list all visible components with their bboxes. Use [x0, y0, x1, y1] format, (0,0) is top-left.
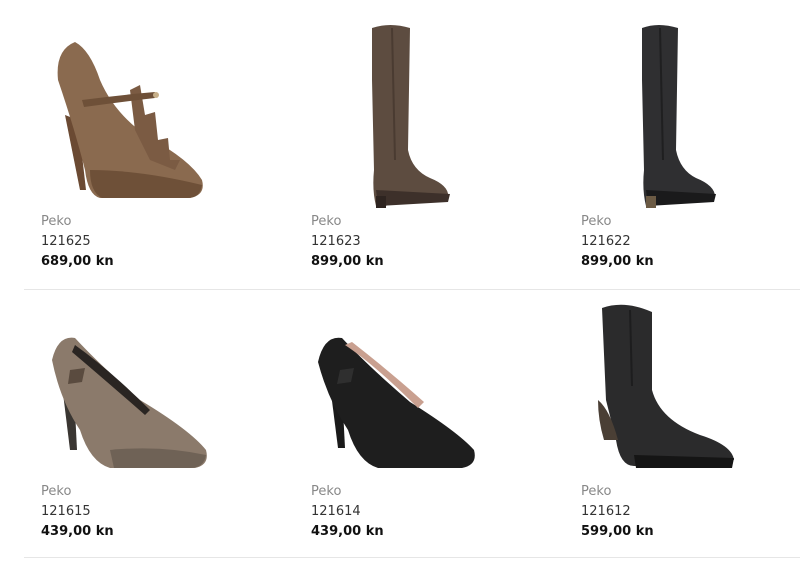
product-row: Peko 121625 689,00 kn Peko 121623 899,00… [0, 20, 800, 290]
black-ankle-boot-image[interactable] [570, 290, 770, 480]
black-knee-high-boot-image[interactable] [570, 20, 770, 210]
product-card[interactable]: Peko 121615 439,00 kn [30, 290, 270, 550]
product-brand: Peko [581, 214, 612, 229]
product-sku: 121623 [311, 234, 361, 249]
product-brand: Peko [41, 484, 72, 499]
product-brand: Peko [41, 214, 72, 229]
brown-suede-ruffle-pump-image[interactable] [30, 20, 230, 210]
product-price: 599,00 kn [581, 524, 654, 539]
brown-knee-high-boot-image[interactable] [300, 20, 500, 210]
product-price: 439,00 kn [311, 524, 384, 539]
product-card[interactable]: Peko 121612 599,00 kn [570, 290, 800, 550]
product-price: 439,00 kn [41, 524, 114, 539]
product-price: 899,00 kn [581, 254, 654, 269]
product-brand: Peko [581, 484, 612, 499]
product-sku: 121614 [311, 504, 361, 519]
product-price: 689,00 kn [41, 254, 114, 269]
black-leather-pump-image[interactable] [300, 290, 500, 480]
product-sku: 121615 [41, 504, 91, 519]
product-brand: Peko [311, 484, 342, 499]
product-sku: 121622 [581, 234, 631, 249]
row-divider [24, 557, 800, 558]
product-row: Peko 121615 439,00 kn Peko 121614 439,00… [0, 290, 800, 560]
product-price: 899,00 kn [311, 254, 384, 269]
product-card[interactable]: Peko 121614 439,00 kn [300, 290, 540, 550]
product-card[interactable]: Peko 121623 899,00 kn [300, 20, 540, 280]
product-card[interactable]: Peko 121622 899,00 kn [570, 20, 800, 280]
product-sku: 121612 [581, 504, 631, 519]
product-grid: Peko 121625 689,00 kn Peko 121623 899,00… [0, 0, 800, 565]
taupe-patent-pump-image[interactable] [30, 290, 230, 480]
product-sku: 121625 [41, 234, 91, 249]
product-card[interactable]: Peko 121625 689,00 kn [30, 20, 270, 280]
product-brand: Peko [311, 214, 342, 229]
